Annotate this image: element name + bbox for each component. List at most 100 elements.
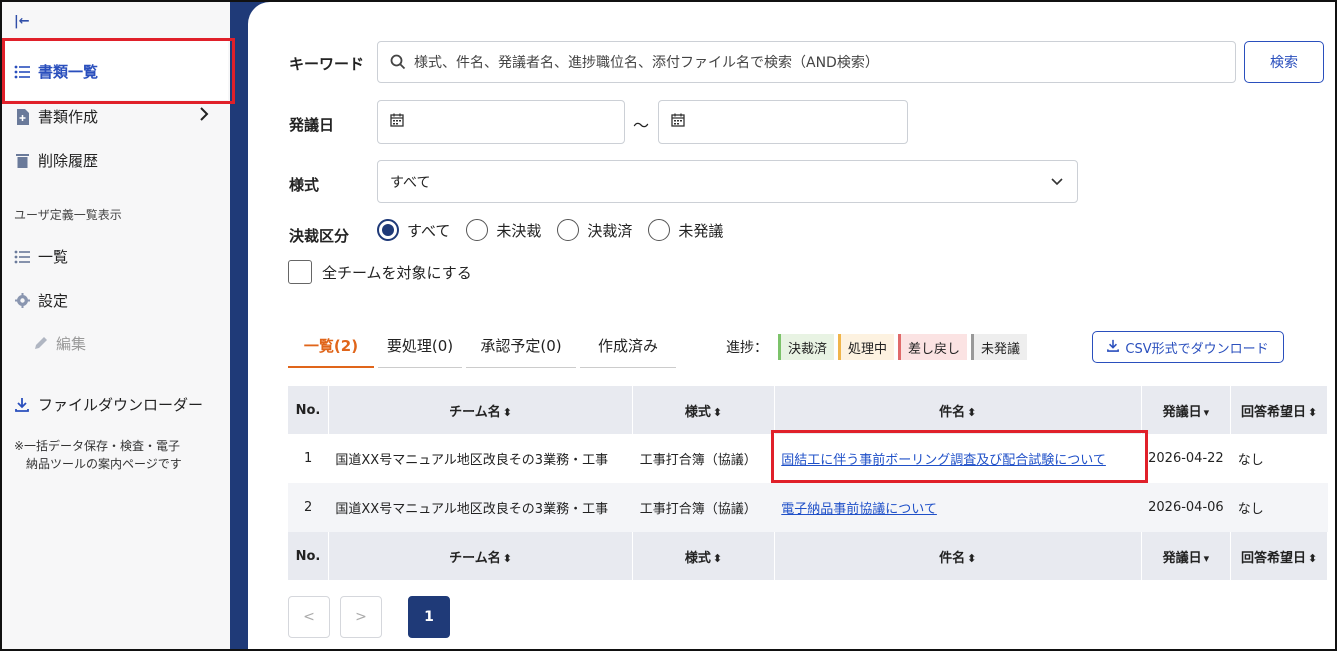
sidebar-item-settings[interactable]: 設定: [14, 290, 68, 311]
note-line-1: ※一括データ保存・検査・電子: [14, 439, 181, 453]
header-subject-label: 件名: [939, 404, 966, 420]
radio-label: 未決裁: [496, 221, 542, 240]
legend-not-proposed: 未発議: [971, 334, 1028, 360]
sidebar-item-edit[interactable]: 編集: [32, 333, 86, 354]
sidebar-item-file-downloader[interactable]: ファイルダウンローダー: [14, 394, 203, 415]
radio-label: 決裁済: [587, 221, 633, 240]
document-table: No. チーム名 ⬍ 様式 ⬍ 件名 ⬍ 発議日 ▾ 回答希望日 ⬍ 1 国道XX号マニュ…: [288, 386, 1328, 580]
header-answer-label: 回答希望日: [1240, 404, 1306, 420]
date-label: 発議日: [289, 116, 335, 134]
cell-answer: なし: [1237, 453, 1264, 468]
all-teams-checkbox-row[interactable]: 全チームを対象にする: [288, 260, 472, 284]
header-no: No.: [288, 386, 329, 434]
radio-decided[interactable]: 決裁済: [557, 219, 632, 241]
download-icon: [14, 397, 30, 413]
cell-form: 工事打合簿（協議）: [632, 483, 775, 532]
search-button[interactable]: 検索: [1244, 41, 1324, 83]
sidebar-item-create-document[interactable]: 書類作成: [14, 106, 98, 127]
sort-icon: ⬍: [1308, 551, 1318, 565]
sort-icon: ⬍: [712, 551, 723, 565]
date-range-separator: ～: [633, 116, 650, 135]
sidebar-item-label: 書類作成: [38, 108, 99, 126]
cell-date: 2026-04-22: [1148, 451, 1224, 466]
radio-circle[interactable]: [648, 219, 671, 241]
download-icon: [1107, 339, 1120, 356]
footer-subject[interactable]: 件名 ⬍: [774, 532, 1142, 580]
keyword-search-input[interactable]: 様式、件名、発議者名、進捗職位名、添付ファイル名で検索（AND検索）: [377, 41, 1236, 83]
form-type-select[interactable]: すべて: [377, 160, 1078, 203]
tab-approval-scheduled[interactable]: 承認予定(0): [466, 335, 576, 368]
radio-label: 未発議: [678, 221, 724, 240]
subject-link[interactable]: 電子納品事前協議について: [781, 502, 937, 517]
footer-date-label: 発議日: [1162, 550, 1202, 566]
header-team-label: チーム名: [449, 404, 501, 420]
user-defined-list-heading: ユーザ定義一覧表示: [14, 208, 122, 222]
cell-no: 1: [304, 451, 313, 466]
collapse-sidebar-icon[interactable]: |←: [14, 14, 30, 29]
decision-radio-group: すべて 未決裁 決裁済 未発議: [377, 219, 723, 241]
sort-icon: ⬍: [1308, 405, 1318, 419]
sort-desc-icon: ▾: [1203, 551, 1210, 565]
header-team[interactable]: チーム名 ⬍: [328, 386, 634, 434]
table-footer-row: No. チーム名 ⬍ 様式 ⬍ 件名 ⬍ 発議日 ▾ 回答希望日 ⬍: [288, 532, 1328, 580]
header-no-label: No.: [295, 402, 321, 418]
cell-form: 工事打合簿（協議）: [639, 453, 757, 468]
date-from-input[interactable]: [377, 100, 625, 144]
sidebar-item-user-list[interactable]: 一覧: [14, 246, 68, 267]
pagination-prev-button[interactable]: <: [288, 596, 330, 638]
radio-not-proposed[interactable]: 未発議: [648, 219, 723, 241]
header-answer-date[interactable]: 回答希望日 ⬍: [1230, 386, 1328, 434]
all-teams-checkbox[interactable]: [288, 260, 312, 284]
footer-team-label: チーム名: [449, 550, 501, 566]
tab-all[interactable]: 一覧(2): [288, 335, 374, 368]
sort-icon: ⬍: [712, 405, 723, 419]
form-type-label: 様式: [289, 176, 320, 194]
keyword-label: キーワード: [289, 55, 365, 73]
footer-no: No.: [288, 532, 329, 580]
sidebar-item-deletion-history[interactable]: 削除履歴: [14, 150, 98, 171]
search-icon: [390, 54, 406, 70]
pagination-page-1[interactable]: 1: [408, 596, 450, 638]
progress-legend: 進捗： 決裁済 処理中 差し戻し 未発議: [726, 334, 1028, 360]
footer-subject-label: 件名: [939, 550, 966, 566]
footer-team[interactable]: チーム名 ⬍: [328, 532, 634, 580]
cell-team: 国道XX号マニュアル地区改良その3業務・工事: [335, 453, 609, 468]
footer-no-label: No.: [295, 548, 321, 564]
chevron-down-icon: [1051, 174, 1063, 190]
radio-circle[interactable]: [377, 219, 399, 241]
radio-circle[interactable]: [557, 219, 580, 241]
tab-needs-action[interactable]: 要処理(0): [378, 335, 462, 368]
radio-circle[interactable]: [466, 219, 489, 241]
header-subject[interactable]: 件名 ⬍: [774, 386, 1142, 434]
cell-no: 2: [288, 483, 329, 532]
footer-date[interactable]: 発議日 ▾: [1141, 532, 1232, 580]
gear-icon: [14, 293, 30, 309]
radio-label: すべて: [407, 221, 451, 240]
chevron-right-icon[interactable]: [199, 106, 209, 127]
radio-undecided[interactable]: 未決裁: [466, 219, 541, 241]
radio-all[interactable]: すべて: [377, 219, 450, 241]
cell-date: 2026-04-06: [1141, 483, 1231, 532]
csv-download-button[interactable]: CSV形式でダウンロード: [1092, 331, 1284, 363]
header-date-label: 発議日: [1162, 404, 1202, 420]
form-type-value: すべて: [390, 174, 431, 191]
highlight-box-sidebar: [2, 38, 235, 104]
cell-answer: なし: [1230, 483, 1328, 532]
footer-form[interactable]: 様式 ⬍: [632, 532, 775, 580]
sort-icon: ⬍: [967, 551, 977, 565]
sidebar-item-label: 削除履歴: [38, 152, 99, 170]
header-form[interactable]: 様式 ⬍: [632, 386, 775, 434]
pencil-icon: [32, 336, 48, 352]
tab-created[interactable]: 作成済み: [580, 335, 676, 368]
pagination-next-button[interactable]: >: [340, 596, 382, 638]
footer-answer-date[interactable]: 回答希望日 ⬍: [1230, 532, 1328, 580]
all-teams-label: 全チームを対象にする: [322, 263, 472, 282]
legend-in-progress: 処理中: [838, 334, 895, 360]
footer-form-label: 様式: [684, 550, 711, 566]
header-date[interactable]: 発議日 ▾: [1141, 386, 1232, 434]
document-add-icon: [14, 108, 30, 125]
table-row[interactable]: 2 国道XX号マニュアル地区改良その3業務・工事 工事打合簿（協議） 電子納品事…: [288, 483, 1328, 532]
progress-legend-label: 進捗：: [726, 340, 768, 356]
csv-download-label: CSV形式でダウンロード: [1125, 341, 1269, 357]
date-to-input[interactable]: [658, 100, 908, 144]
